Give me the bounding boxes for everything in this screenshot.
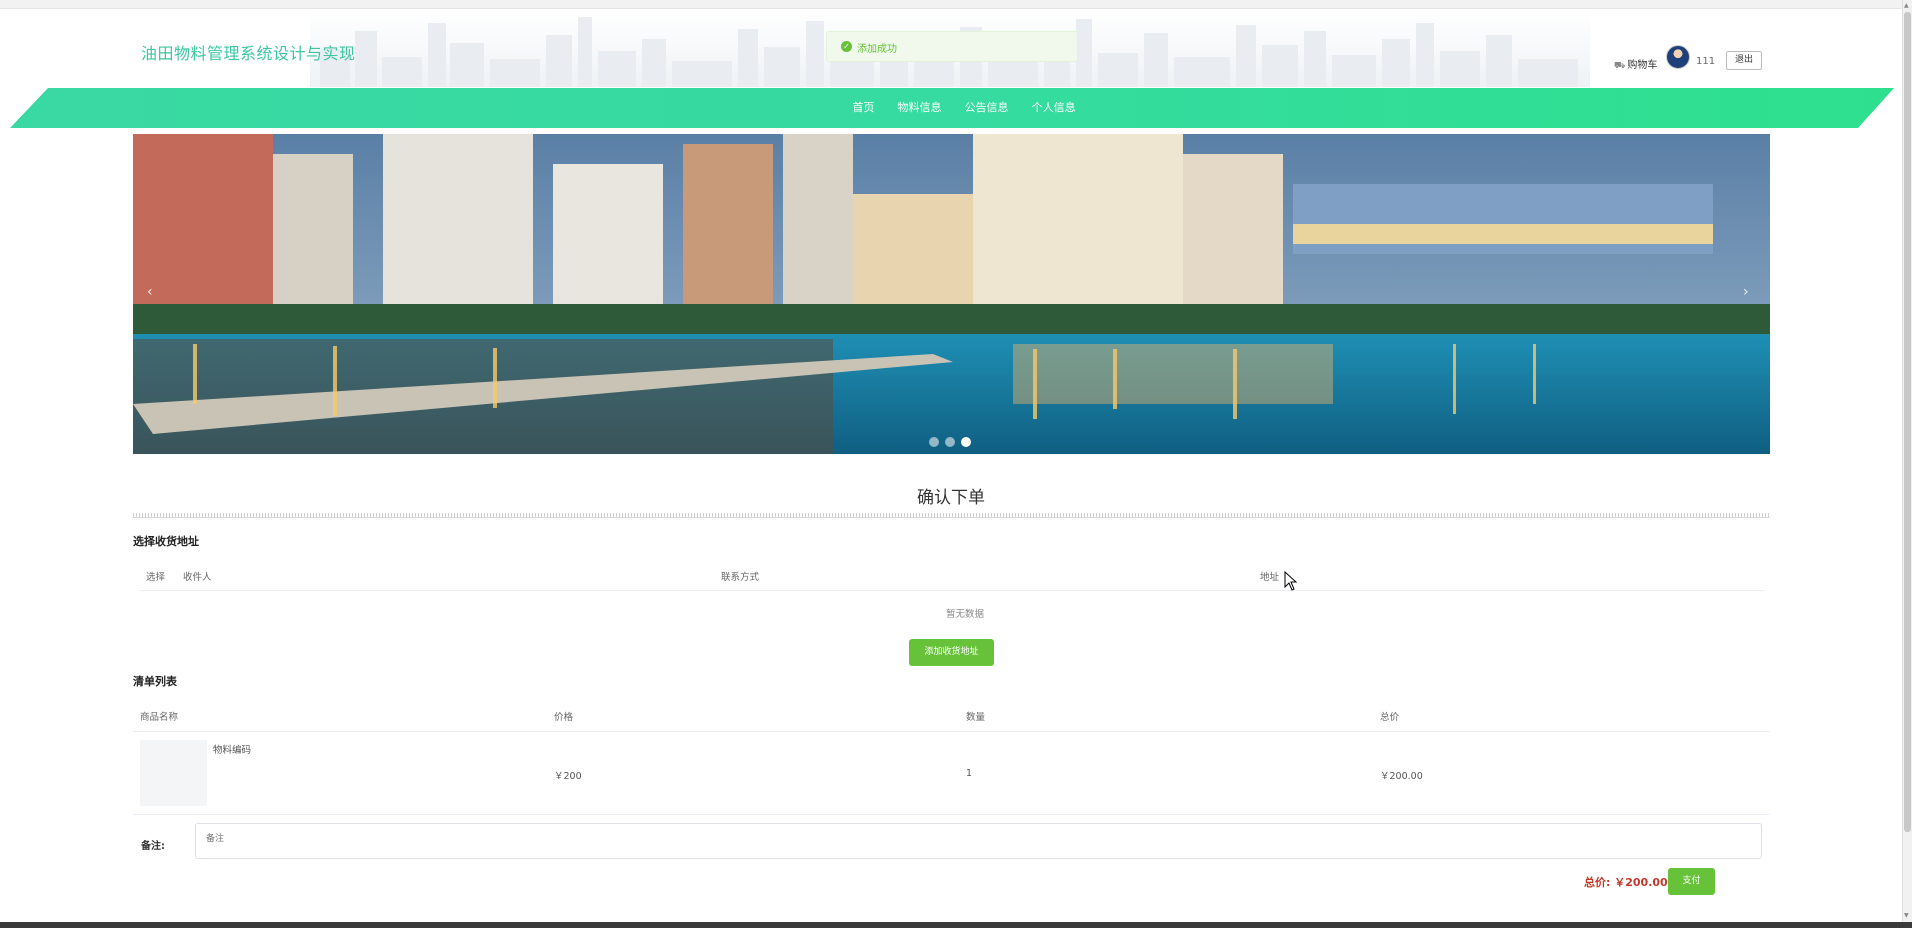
item-quantity: 1: [966, 768, 973, 779]
browser-top-line: [0, 0, 1912, 9]
carousel-dot-3[interactable]: [961, 437, 971, 447]
item-price: ￥200: [554, 771, 582, 782]
item-total: ￥200.00: [1380, 771, 1423, 782]
item-col-name: 商品名称: [140, 712, 179, 723]
carousel-prev-icon[interactable]: ‹: [147, 284, 153, 300]
nav-item-materials[interactable]: 物料信息: [897, 88, 941, 128]
username: 111: [1696, 56, 1716, 67]
cart-icon: ⛟: [1614, 61, 1626, 71]
item-name: 物料编码: [213, 745, 252, 756]
address-col-select: 选择: [146, 572, 166, 583]
item-col-quantity: 数量: [966, 712, 986, 723]
mouse-cursor-icon: [1284, 571, 1298, 591]
page-scrollbar[interactable]: ▲ ▼: [1902, 0, 1912, 922]
order-total: 总价: ￥200.00: [1584, 876, 1668, 889]
banner-image: [133, 134, 1770, 454]
main-nav: 首页 物料信息 公告信息 个人信息: [10, 88, 1894, 128]
address-col-recipient: 收件人: [183, 572, 212, 583]
item-col-total: 总价: [1380, 712, 1400, 723]
footer-bar: [0, 922, 1912, 928]
cart-link[interactable]: ⛟ 购物车: [1614, 56, 1657, 72]
heading-divider: [133, 513, 1770, 518]
success-toast: ✓ 添加成功: [826, 31, 1078, 62]
address-section-title: 选择收货地址: [133, 535, 199, 548]
carousel-dot-1[interactable]: [929, 437, 939, 447]
logout-button[interactable]: 退出: [1726, 51, 1762, 70]
scrollbar-thumb[interactable]: [1904, 12, 1911, 832]
pay-button[interactable]: 支付: [1668, 868, 1715, 895]
item-row-divider: [133, 814, 1770, 815]
remark-label: 备注:: [141, 841, 165, 852]
site-header: 油田物料管理系统设计与实现 ✓ 添加成功 ⛟ 购物车 111 退出: [0, 9, 1900, 87]
nav-item-notices[interactable]: 公告信息: [965, 88, 1009, 128]
item-thumbnail[interactable]: [140, 740, 207, 806]
address-header-divider: [140, 590, 1764, 591]
banner-carousel[interactable]: ‹ ›: [133, 134, 1770, 454]
scroll-up-icon[interactable]: ▲: [1904, 2, 1909, 9]
remark-textarea[interactable]: [195, 823, 1762, 859]
avatar[interactable]: [1666, 45, 1690, 69]
nav-item-home[interactable]: 首页: [852, 88, 874, 128]
address-col-address: 地址: [1260, 572, 1280, 583]
scroll-down-icon[interactable]: ▼: [1904, 912, 1909, 919]
carousel-next-icon[interactable]: ›: [1743, 284, 1749, 300]
carousel-indicators: [929, 432, 977, 451]
list-section-title: 清单列表: [133, 675, 177, 688]
address-empty-text: 暂无数据: [945, 609, 984, 620]
site-title[interactable]: 油田物料管理系统设计与实现: [141, 40, 356, 64]
cart-label: 购物车: [1627, 60, 1658, 71]
page-title: 确认下单: [917, 488, 985, 508]
check-circle-icon: ✓: [841, 41, 852, 52]
item-header-divider: [133, 731, 1770, 732]
address-col-contact: 联系方式: [721, 572, 760, 583]
item-col-price: 价格: [554, 712, 574, 723]
carousel-dot-2[interactable]: [945, 437, 955, 447]
add-address-button[interactable]: 添加收货地址: [909, 639, 994, 666]
nav-item-profile[interactable]: 个人信息: [1032, 88, 1076, 128]
toast-message: 添加成功: [857, 44, 897, 55]
